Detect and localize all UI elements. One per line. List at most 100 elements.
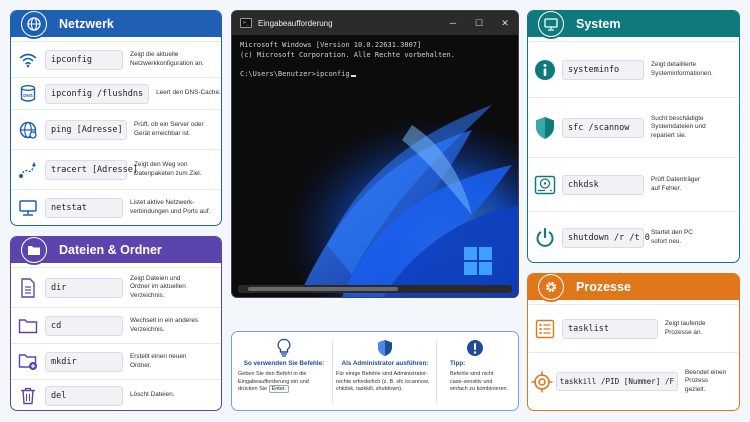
system-row: systeminfo Zeigt detaillierte Systeminfor… <box>528 41 739 97</box>
command-description: Prüft, ob ein Server oder Gerät erreichba… <box>134 120 204 137</box>
admin-shield-icon <box>378 340 392 356</box>
system-monitor-icon <box>536 11 566 39</box>
files-header: Dateien & Ordner <box>11 237 221 265</box>
folder-icon <box>11 318 45 334</box>
admin-tip: Als Administrator ausführen: Für einige … <box>336 332 434 412</box>
processes-panel: Prozesse tasklist Zeigt laufende Prozesse… <box>527 273 740 411</box>
command-description: Listet aktive Netzwerk-verbindungen und … <box>130 198 211 215</box>
command-description: Zeigt detaillierte Systeminformationen. <box>651 60 713 77</box>
target-icon <box>528 371 556 393</box>
command-code[interactable]: systeminfo <box>562 59 644 80</box>
command-description: Beendet einen Prozess gezielt. <box>685 368 727 393</box>
command-description: Leert den DNS-Cache. <box>156 89 221 97</box>
svg-text:DNS: DNS <box>23 93 33 98</box>
tips-panel: So verwenden Sie Befehle: Geben Sie den … <box>231 331 519 411</box>
command-code[interactable]: ping [Adresse] <box>45 119 127 140</box>
command-description: Zeigt laufende Prozesse an. <box>665 319 706 336</box>
scrollbar-thumb[interactable] <box>248 287 398 291</box>
route-icon <box>11 161 45 179</box>
info-icon <box>528 59 562 81</box>
processes-header: Prozesse <box>528 274 739 302</box>
network-title: Netzwerk <box>59 17 114 31</box>
command-code[interactable]: tracert [Adresse] <box>45 159 138 180</box>
terminal-output[interactable]: Microsoft Windows [Version 10.0.22631.30… <box>240 41 455 79</box>
hint-tip: Tipp: Befehle sind nicht case-sensitiv un… <box>450 332 514 412</box>
new-folder-icon <box>11 353 45 371</box>
disk-icon <box>528 175 562 195</box>
command-description: Sucht beschädigte Systemdateien und repari… <box>651 114 706 139</box>
command-description: Zeigt die aktuelle Netzwerkkonfiguration … <box>130 50 204 67</box>
alert-icon <box>467 340 483 356</box>
command-code[interactable]: taskkill /PID [Nummer] /F <box>555 372 679 391</box>
tip-title: Als Administrator ausführen: <box>341 360 429 367</box>
command-code[interactable]: ipconfig <box>45 49 123 70</box>
files-row: del Löscht Dateien. <box>11 379 221 410</box>
system-panel: System systeminfo Zeigt detaillierte Syst… <box>527 10 740 263</box>
shield-icon <box>528 116 562 140</box>
tip-text: Geben Sie den Befehl in die Eingabeauffor… <box>238 371 309 394</box>
command-description: Startet den PC sofort neu. <box>651 228 693 245</box>
enter-key: Enter. <box>268 385 289 394</box>
files-row: cd Wechselt in ein anderes Verzeichnis. <box>11 307 221 343</box>
files-panel: Dateien & Ordner dir Zeigt Dateien und Or… <box>10 236 222 411</box>
list-icon <box>528 319 562 339</box>
processes-row: taskkill /PID [Nummer] /F Beendet einen … <box>528 352 739 410</box>
tip-title: Tipp: <box>450 360 466 367</box>
files-row: mkdir Erstellt einen neuen Ordner. <box>11 343 221 379</box>
network-row: tracert [Adresse] Zeigt den Weg von Daten… <box>11 149 221 189</box>
system-row: sfc /scannow Sucht beschädigte Systemdate… <box>528 97 739 157</box>
command-description: Wechselt in ein anderes Verzeichnis. <box>130 316 199 333</box>
system-row: shutdown /r /t 0 Startet den PC sofort ne… <box>528 211 739 262</box>
command-description: Prüft Datenträger auf Fehler. <box>651 175 701 192</box>
wifi-icon <box>11 52 45 68</box>
command-code[interactable]: chkdsk <box>562 174 644 195</box>
globe-icon <box>11 120 45 140</box>
network-globe-icon <box>19 11 49 39</box>
files-row: dir Zeigt Dateien und Ordner im aktuellen… <box>11 267 221 307</box>
command-code[interactable]: ipconfig /flushdns <box>45 83 150 104</box>
text-cursor <box>350 75 356 77</box>
command-code[interactable]: cd <box>45 315 123 336</box>
command-code[interactable]: mkdir <box>45 351 123 372</box>
command-prompt-window[interactable]: >_ Eingabeaufforderung ─ ☐ ✕ Microsoft W… <box>231 10 519 298</box>
monitor-icon <box>11 199 45 217</box>
gear-icon <box>536 274 566 302</box>
trash-icon <box>11 387 45 405</box>
maximize-button[interactable]: ☐ <box>466 18 492 29</box>
cmd-app-icon: >_ <box>240 18 252 28</box>
power-icon <box>528 227 562 249</box>
tip-text: Befehle sind nicht case-sensitiv und einfa… <box>450 371 509 393</box>
network-row: DNS ipconfig /flushdns Leert den DNS-Cac… <box>11 77 221 109</box>
system-title: System <box>576 17 621 31</box>
command-description: Löscht Dateien. <box>130 391 175 399</box>
usage-tip: So verwenden Sie Befehle: Geben Sie den … <box>238 332 330 412</box>
window-title: Eingabeaufforderung <box>258 18 333 28</box>
close-button[interactable]: ✕ <box>492 18 518 29</box>
system-header: System <box>528 11 739 39</box>
files-title: Dateien & Ordner <box>59 243 162 257</box>
network-row: ping [Adresse] Prüft, ob ein Server oder… <box>11 109 221 149</box>
command-code[interactable]: sfc /scannow <box>562 117 644 138</box>
command-code[interactable]: del <box>45 385 123 406</box>
file-icon <box>11 277 45 298</box>
lightbulb-icon <box>277 338 291 357</box>
command-description: Zeigt Dateien und Ordner im aktuellen Verz… <box>130 274 186 299</box>
network-row: netstat Listet aktive Netzwerk-verbindun… <box>11 189 221 225</box>
command-description: Zeigt den Weg von Datenpaketen zum Ziel. <box>134 160 202 177</box>
window-titlebar[interactable]: >_ Eingabeaufforderung ─ ☐ ✕ <box>232 11 518 35</box>
dns-icon: DNS <box>11 84 45 104</box>
minimize-button[interactable]: ─ <box>440 18 466 28</box>
network-panel: Netzwerk ipconfig Zeigt die aktuelle Netz… <box>10 10 222 226</box>
tip-text: Für einige Befehle sind Administrator-re… <box>336 371 430 393</box>
command-code[interactable]: shutdown /r /t 0 <box>562 227 650 248</box>
command-code[interactable]: netstat <box>45 197 123 218</box>
command-code[interactable]: dir <box>45 277 123 298</box>
command-description: Erstellt einen neuen Ordner. <box>130 352 187 369</box>
folder-badge-icon <box>19 237 49 265</box>
processes-row: tasklist Zeigt laufende Prozesse an. <box>528 304 739 352</box>
command-code[interactable]: tasklist <box>562 318 658 339</box>
network-row: ipconfig Zeigt die aktuelle Netzwerkkonfi… <box>11 41 221 77</box>
tip-title: So verwenden Sie Befehle: <box>243 360 325 367</box>
horizontal-scrollbar[interactable] <box>238 285 512 293</box>
processes-title: Prozesse <box>576 280 631 294</box>
